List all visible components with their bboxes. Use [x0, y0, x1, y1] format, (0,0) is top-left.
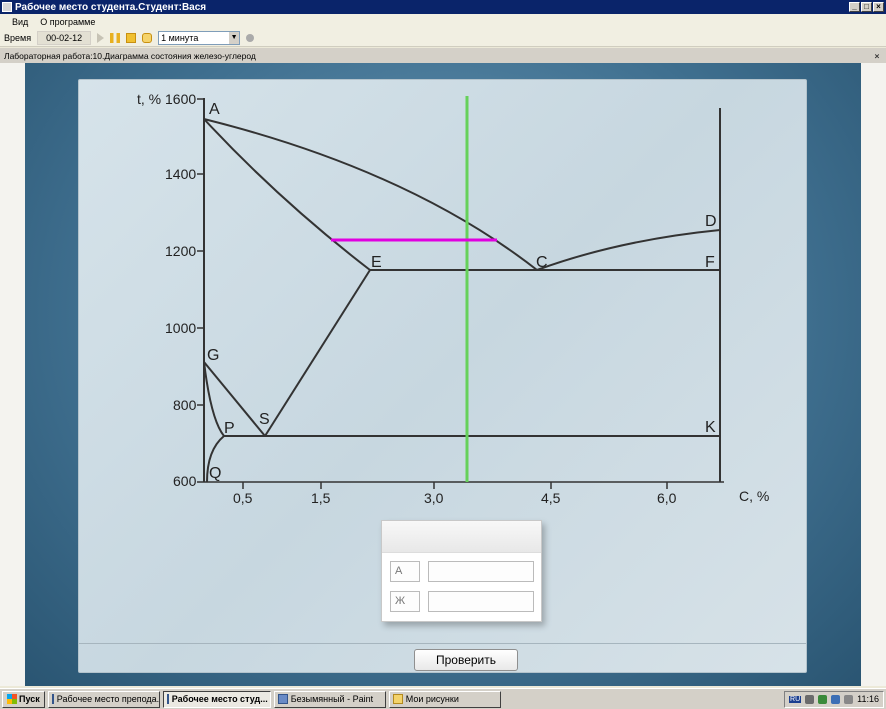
menu-bar: Вид О программе [0, 14, 886, 30]
time-label: Время [4, 33, 32, 43]
point-label-c: C [536, 254, 548, 271]
taskbar-item-student[interactable]: Рабочее место студ... [162, 690, 271, 708]
x-tick-label: 4,5 [541, 490, 561, 506]
clock: 11:16 [857, 694, 879, 704]
interval-value: 1 минута [161, 33, 199, 43]
title-bar: Рабочее место студента.Студент:Вася _ □ … [0, 0, 886, 14]
right-margin [861, 63, 886, 686]
tray-app-icon[interactable] [831, 694, 841, 704]
document-title: Лабораторная работа:10.Диаграмма состоян… [4, 50, 256, 61]
point-label-e: E [371, 254, 382, 271]
point-label-p: P [224, 420, 235, 437]
menu-view[interactable]: Вид [6, 17, 34, 27]
liquidus-cd [536, 229, 721, 271]
answer-row-2: Ж [390, 591, 534, 612]
toolbar: Время 00-02-12 1 минута ▼ [0, 30, 886, 47]
y-tick-label: 1200 [165, 243, 196, 259]
answer-row-1: А [390, 561, 534, 582]
start-label: Пуск [19, 694, 40, 704]
system-tray: RU 11:16 [784, 690, 884, 708]
point-label-f: F [705, 254, 715, 271]
menu-about[interactable]: О программе [34, 17, 101, 27]
check-button[interactable]: Проверить [414, 649, 518, 671]
network-icon[interactable] [805, 694, 815, 704]
taskbar-item-label: Мои рисунки [405, 694, 459, 704]
windows-logo-icon [7, 694, 17, 704]
time-value: 00-02-12 [37, 31, 92, 45]
chevron-down-icon[interactable]: ▼ [229, 32, 240, 44]
liquidus-ac [203, 118, 538, 271]
tray-app-icon[interactable] [818, 694, 828, 704]
close-icon[interactable]: × [872, 51, 882, 61]
point-label-q: Q [209, 465, 221, 482]
start-button[interactable]: Пуск [2, 690, 45, 708]
document-bar: Лабораторная работа:10.Диаграмма состоян… [0, 48, 886, 63]
point-label-s: S [259, 411, 270, 428]
y-axis-label: t, % 1600 [137, 91, 196, 107]
phase-answer-box: А Ж [381, 520, 542, 622]
taskbar: Пуск Рабочее место препода... Рабочее ме… [0, 688, 886, 709]
volume-icon[interactable] [844, 694, 854, 704]
point-label-d: D [705, 213, 717, 230]
stop-icon[interactable] [126, 33, 137, 43]
phase-label-zh: Ж [390, 591, 420, 612]
maximize-button[interactable]: □ [861, 2, 872, 12]
point-label-g: G [207, 347, 219, 364]
answer-header [382, 521, 541, 553]
taskbar-item-teacher[interactable]: Рабочее место препода... [47, 690, 160, 708]
app-window-icon [51, 694, 54, 704]
phase-zh-input[interactable] [428, 591, 534, 612]
taskbar-item-my-pictures[interactable]: Мои рисунки [388, 690, 501, 708]
phase-a-input[interactable] [428, 561, 534, 582]
window-title: Рабочее место студента.Студент:Вася [15, 1, 207, 13]
line-es [264, 269, 371, 437]
x-tick-label: 3,0 [424, 490, 444, 506]
point-label-k: K [705, 419, 716, 436]
taskbar-item-label: Рабочее место препода... [56, 694, 160, 704]
point-label-a: A [209, 101, 220, 118]
minimize-button[interactable]: _ [849, 2, 860, 12]
play-icon[interactable] [97, 33, 105, 43]
pause-icon[interactable] [110, 33, 121, 43]
y-tick-label: 600 [173, 473, 197, 489]
x-axis-label: С, % [739, 488, 769, 504]
x-tick-label: 1,5 [311, 490, 331, 506]
y-tick-label: 1000 [165, 320, 196, 336]
interval-select[interactable]: 1 минута ▼ [158, 31, 241, 45]
hand-icon[interactable] [142, 33, 153, 43]
folder-icon [392, 694, 403, 704]
taskbar-item-label: Рабочее место студ... [171, 694, 268, 704]
taskbar-item-paint[interactable]: Безымянный - Paint [273, 690, 386, 708]
close-button[interactable]: × [873, 2, 884, 12]
x-tick-label: 6,0 [657, 490, 677, 506]
app-icon [2, 2, 12, 12]
x-tick-label: 0,5 [233, 490, 253, 506]
phase-label-a: А [390, 561, 420, 582]
settings-icon[interactable] [246, 34, 255, 42]
paint-icon [277, 694, 288, 704]
taskbar-item-label: Безымянный - Paint [290, 694, 374, 704]
y-tick-label: 1400 [165, 166, 196, 182]
language-indicator[interactable]: RU [789, 695, 802, 703]
panel-divider [79, 643, 806, 644]
y-tick-label: 800 [173, 397, 197, 413]
app-window-icon [166, 694, 169, 704]
left-margin [0, 63, 25, 686]
